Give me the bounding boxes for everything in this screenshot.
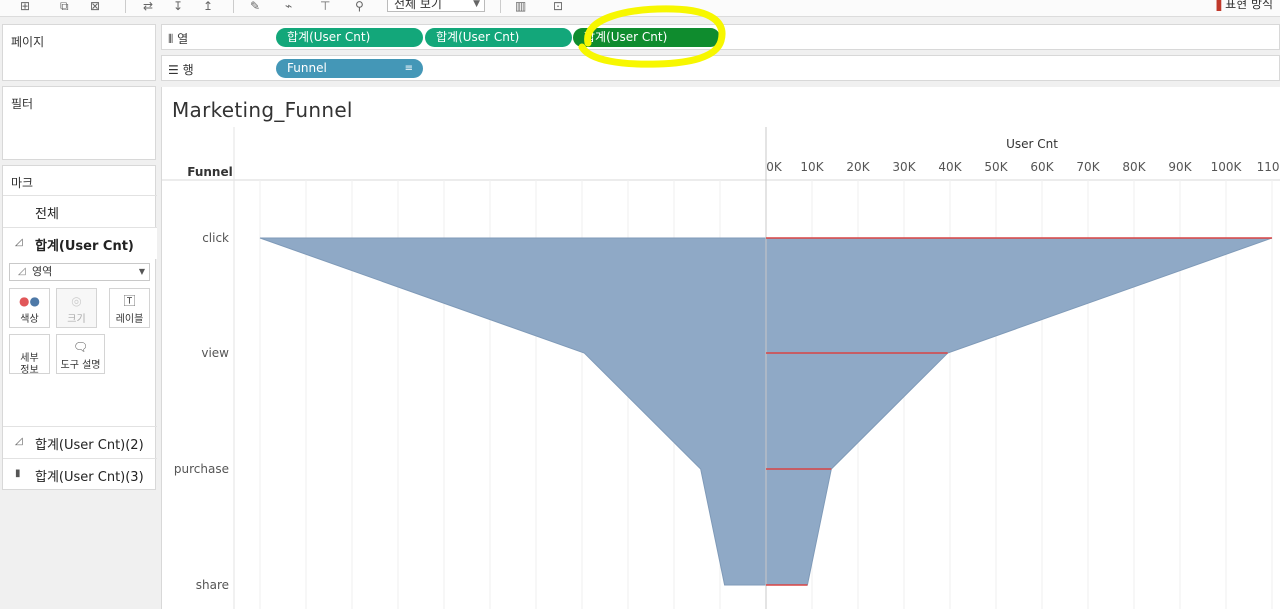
x-tick-label: 50K (984, 160, 1008, 174)
pin-icon[interactable]: ⚲ (355, 0, 364, 12)
show-me-icon: ▐ (1212, 0, 1222, 11)
group-icon[interactable]: ⌁ (285, 0, 292, 12)
area-chart-icon: ◿ (15, 436, 23, 447)
detail-button[interactable]: 세부 정보 (9, 334, 50, 376)
x-tick-label: 40K (938, 160, 962, 174)
rows-shelf-label: ☰ 행 (168, 63, 194, 77)
x-tick-label: 60K (1030, 160, 1054, 174)
x-tick-label: 100K (1211, 160, 1243, 174)
column-pill-2[interactable]: 합계(User Cnt) (425, 28, 572, 47)
highlight-annotation (578, 5, 726, 68)
show-me-button[interactable]: ▐ 표현 방식 (1212, 0, 1273, 12)
columns-icon: ⦀ (168, 32, 174, 46)
x-tick-label: 30K (892, 160, 916, 174)
rows-icon: ☰ (168, 63, 179, 77)
x-tick-label: 80K (1122, 160, 1146, 174)
pages-title: 페이지 (11, 35, 45, 49)
funnel-chart[interactable]: User Cnt 0K 10K 20K 30K 40K 50K 60K 70K 80K 90K 100… (162, 87, 1280, 609)
chevron-down-icon: ▼ (473, 0, 480, 9)
fit-view-select[interactable]: 전체 보기 ▼ (387, 0, 485, 12)
pages-card[interactable]: 페이지 (2, 24, 156, 81)
mark-type-select[interactable]: ◿ 영역 ▼ (9, 263, 150, 281)
x-tick-label: 10K (800, 160, 824, 174)
color-button[interactable]: ●● 색상 (9, 288, 50, 328)
marks-measure-2-label: 합계(User Cnt)(2) (35, 438, 144, 453)
tooltip-icon: 🗨 (72, 340, 89, 354)
category-label-click: click (202, 231, 229, 245)
labels-icon[interactable]: ⊤ (320, 0, 330, 12)
duplicate-icon[interactable]: ⧉ (60, 0, 69, 12)
marks-measure-label: 합계(User Cnt) (35, 239, 134, 254)
sort-icon: ≡ (404, 63, 413, 74)
highlight-icon[interactable]: ✎ (250, 0, 260, 12)
marks-measure-3-label: 합계(User Cnt)(3) (35, 470, 144, 485)
column-pill-1[interactable]: 합계(User Cnt) (276, 28, 423, 47)
filters-title: 필터 (11, 97, 34, 111)
marks-measure-row[interactable]: ◿ 합계(User Cnt) (3, 227, 157, 259)
marks-measure-2-row[interactable]: ◿ 합계(User Cnt)(2) (3, 426, 157, 458)
x-axis-title: User Cnt (1006, 137, 1058, 151)
marks-title: 마크 (11, 176, 34, 190)
size-icon: ◎ (71, 294, 82, 308)
sort-asc-icon[interactable]: ↧ (173, 0, 183, 12)
view-canvas: Marketing_Funnel User Cnt 0K 10K 20K 30K 40K 5… (161, 87, 1280, 609)
color-icon: ●● (19, 294, 40, 308)
size-button[interactable]: ◎ 크기 (56, 288, 97, 328)
marks-all-label: 전체 (35, 207, 59, 222)
label-icon: 🅃 (123, 294, 136, 308)
row-header-label: Funnel (187, 165, 232, 179)
category-label-view: view (201, 346, 229, 360)
x-tick-label: 0K (766, 160, 783, 174)
label-button[interactable]: 🅃 레이블 (109, 288, 150, 328)
category-label-share: share (196, 578, 229, 592)
columns-shelf-label: ⦀ 열 (168, 32, 189, 46)
bar-chart-icon: ▮ (15, 468, 21, 479)
clear-sheet-icon[interactable]: ⊠ (90, 0, 100, 12)
marks-all-row[interactable]: 전체 (3, 195, 157, 227)
row-pill-funnel[interactable]: Funnel ≡ (276, 59, 423, 78)
category-label-purchase: purchase (174, 462, 229, 476)
left-panel: 페이지 필터 마크 전체 ◿ 합계(User Cnt) ◿ 영역 ▼ ●● 색상… (0, 18, 160, 609)
swap-icon[interactable]: ⇄ (143, 0, 153, 12)
x-tick-label: 20K (846, 160, 870, 174)
new-sheet-icon[interactable]: ⊞ (20, 0, 30, 12)
x-tick-label: 90K (1168, 160, 1192, 174)
chart-icon[interactable]: ▥ (515, 0, 526, 12)
presentation-icon[interactable]: ⊡ (553, 0, 563, 12)
area-chart-icon: ◿ (15, 237, 23, 248)
sort-desc-icon[interactable]: ↥ (203, 0, 213, 12)
x-tick-label: 110K (1257, 160, 1280, 174)
area-mark-icon: ◿ (18, 266, 26, 277)
tooltip-button[interactable]: 🗨 도구 설명 (56, 334, 105, 374)
chevron-down-icon: ▼ (138, 267, 145, 276)
marks-measure-3-row[interactable]: ▮ 합계(User Cnt)(3) (3, 458, 157, 490)
x-tick-label: 70K (1076, 160, 1100, 174)
marks-card: 마크 전체 ◿ 합계(User Cnt) ◿ 영역 ▼ ●● 색상 ◎ 크기 🅃… (2, 165, 157, 490)
filters-card[interactable]: 필터 (2, 86, 156, 160)
